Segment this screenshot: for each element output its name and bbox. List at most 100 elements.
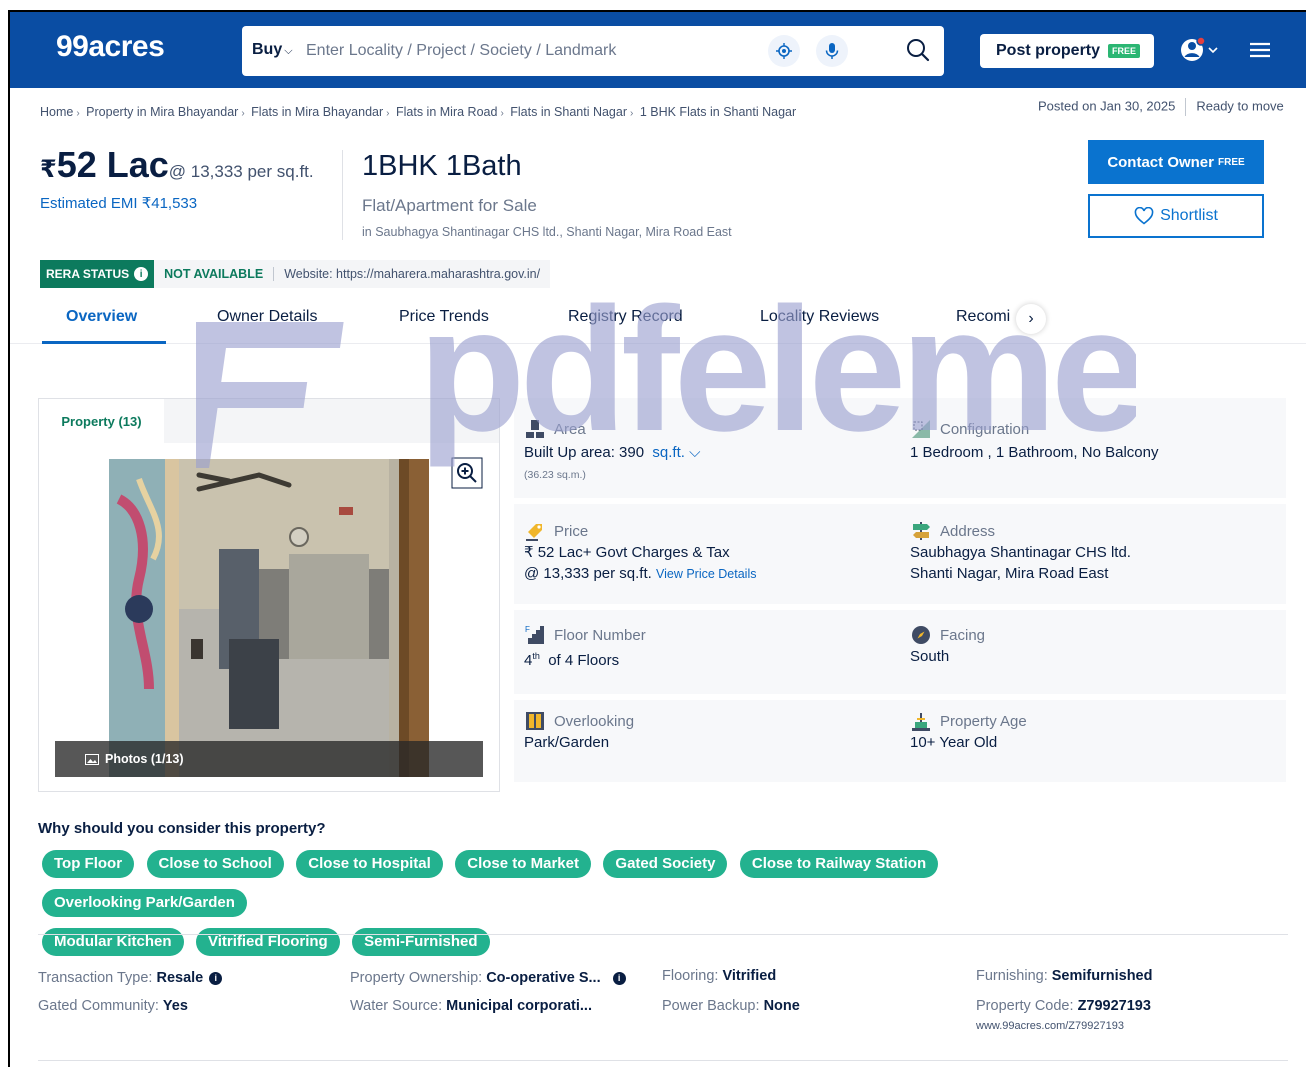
highlight-chip: Close to Hospital <box>296 850 443 878</box>
area-icon <box>526 420 544 438</box>
info-icon[interactable]: i <box>209 971 223 985</box>
room-photo-illustration <box>109 459 429 777</box>
heart-icon <box>1134 207 1154 225</box>
hamburger-menu-icon[interactable] <box>1248 40 1272 60</box>
buy-dropdown-label: Buy <box>252 41 283 58</box>
price-amount: 52 Lac <box>56 144 169 185</box>
building-age-icon <box>912 713 930 731</box>
property-type: Flat/Apartment for Sale <box>362 196 537 215</box>
detail-floor-number: F Floor Number 4th of 4 Floors <box>514 610 900 694</box>
detail-area: Area Built Up area: 390 sq.ft. ⌵ (36.23 … <box>514 398 900 498</box>
media-tab-bar <box>165 399 499 443</box>
search-icon[interactable] <box>904 36 932 64</box>
highlight-chip: Close to School <box>146 850 284 878</box>
property-title: 1BHK 1Bath <box>362 150 522 182</box>
area-unit-label: sq.ft. <box>652 444 685 461</box>
detail-configuration: Configuration 1 Bedroom , 1 Bathroom, No… <box>900 398 1286 498</box>
configuration-icon <box>912 420 930 438</box>
attr-transaction-type: Transaction Type: Resale i <box>38 970 223 986</box>
rera-website[interactable]: Website: https://maharera.maharashtra.go… <box>274 267 550 281</box>
detail-label: Floor Number <box>554 626 646 644</box>
rera-status-bar: RERA STATUS i NOT AVAILABLE Website: http… <box>40 260 551 288</box>
attr-gated-community: Gated Community: Yes <box>38 998 188 1014</box>
detail-value: Park/Garden <box>524 734 610 751</box>
photo-gallery-bar[interactable]: Photos (1/13) <box>55 741 483 777</box>
breadcrumb-item[interactable]: Home <box>40 105 73 119</box>
attr-property-code: Property Code: Z79927193 <box>976 998 1151 1014</box>
detail-price: Price ₹ 52 Lac+ Govt Charges & Tax @ 13,… <box>514 504 900 604</box>
area-unit-dropdown[interactable]: sq.ft. ⌵ <box>652 444 700 461</box>
tab-recommendations[interactable]: Recomi <box>956 308 1014 326</box>
tab-overview[interactable]: Overview <box>66 308 137 326</box>
rera-status-value: NOT AVAILABLE <box>154 267 275 281</box>
tab-price-trends[interactable]: Price Trends <box>399 308 489 326</box>
free-badge: FREE <box>1218 156 1245 168</box>
attr-furnishing: Furnishing: Semifurnished <box>976 968 1153 984</box>
view-price-details-link[interactable]: View Price Details <box>656 567 757 581</box>
shortlist-label: Shortlist <box>1160 207 1218 224</box>
estimated-emi-link[interactable]: Estimated EMI ₹41,533 <box>40 194 197 212</box>
microphone-icon <box>825 43 839 59</box>
price-per-sqft: @ 13,333 per sq.ft. <box>168 162 314 181</box>
svg-text:F: F <box>525 625 530 634</box>
detail-label: Price <box>554 522 589 540</box>
shortlist-button[interactable]: Shortlist <box>1088 194 1264 238</box>
highlight-chip: Semi-Furnished <box>352 928 490 956</box>
attr-flooring: Flooring: Vitrified <box>662 968 777 984</box>
user-account-icon[interactable] <box>1180 36 1220 64</box>
property-code-url[interactable]: www.99acres.com/Z79927193 <box>976 1020 1124 1032</box>
tab-locality-reviews[interactable]: Locality Reviews <box>760 308 879 326</box>
contact-owner-button[interactable]: Contact Owner FREE <box>1088 140 1264 184</box>
detail-label: Address <box>940 522 996 540</box>
divider <box>38 934 1288 935</box>
property-details-grid: Area Built Up area: 390 sq.ft. ⌵ (36.23 … <box>514 398 1286 782</box>
breadcrumb: Home › Property in Mira Bhayandar › Flats … <box>40 105 797 119</box>
property-highlights: Top Floor Close to School Close to Hospi… <box>42 850 1162 967</box>
property-photo[interactable] <box>109 459 429 777</box>
post-property-button[interactable]: Post property FREE <box>980 34 1154 68</box>
listing-price: ₹52 Lac@ 13,333 per sq.ft. <box>40 144 314 186</box>
search-input[interactable] <box>306 36 746 66</box>
attr-water-source: Water Source: Municipal corporati... <box>350 998 592 1014</box>
property-attributes: Transaction Type: Resale i Gated Communit… <box>38 968 1288 1048</box>
signpost-icon <box>913 522 930 540</box>
chevron-right-icon: › <box>1028 310 1034 327</box>
free-badge: FREE <box>1108 44 1141 58</box>
locate-icon <box>776 43 792 59</box>
buy-dropdown[interactable]: Buy ⌵ <box>252 41 293 59</box>
highlight-chip: Vitrified Flooring <box>195 928 340 956</box>
window-icon <box>526 712 544 730</box>
breadcrumb-item[interactable]: Property in Mira Bhayandar <box>86 105 238 119</box>
floor-icon: F <box>525 625 544 644</box>
voice-search-button[interactable] <box>816 35 848 67</box>
tab-registry-record[interactable]: Registry Record <box>568 308 683 326</box>
floor-suffix: th <box>532 651 540 661</box>
search-bar: Buy ⌵ <box>242 26 944 76</box>
zoom-in-icon[interactable] <box>451 457 483 489</box>
highlight-chip: Top Floor <box>42 850 135 878</box>
detail-overlooking: Overlooking Park/Garden <box>514 700 900 782</box>
breadcrumb-item[interactable]: Flats in Mira Road <box>396 105 497 119</box>
breadcrumb-item-current: 1 BHK Flats in Shanti Nagar <box>639 105 797 119</box>
breadcrumb-item[interactable]: Flats in Shanti Nagar <box>510 105 627 119</box>
possession-status: Ready to move <box>1196 98 1284 114</box>
breadcrumb-item[interactable]: Flats in Mira Bhayandar <box>251 105 383 119</box>
detail-value: Saubhagya Shantinagar CHS ltd. <box>910 544 1131 561</box>
info-icon[interactable]: i <box>612 971 626 985</box>
tab-owner-details[interactable]: Owner Details <box>217 308 317 326</box>
detail-value: of 4 Floors <box>548 652 620 669</box>
detail-property-age: Property Age 10+ Year Old <box>900 700 1286 782</box>
contact-owner-label: Contact Owner <box>1107 153 1214 171</box>
media-tab-property[interactable]: Property (13) <box>39 399 165 443</box>
detail-label: Overlooking <box>554 712 635 730</box>
info-icon[interactable]: i <box>134 267 149 281</box>
site-logo[interactable]: 99acres <box>56 30 165 64</box>
tabs-scroll-right-button[interactable]: › <box>1016 304 1046 334</box>
location-button[interactable] <box>768 35 800 67</box>
detail-facing: Facing South <box>900 610 1286 694</box>
chevron-down-icon: ⌵ <box>284 45 293 57</box>
detail-value: 1 Bedroom , 1 Bathroom, No Balcony <box>910 444 1159 461</box>
post-property-label: Post property <box>996 42 1101 59</box>
why-consider-heading: Why should you consider this property? <box>38 820 326 837</box>
detail-address: Address Saubhagya Shantinagar CHS ltd. S… <box>900 504 1286 604</box>
